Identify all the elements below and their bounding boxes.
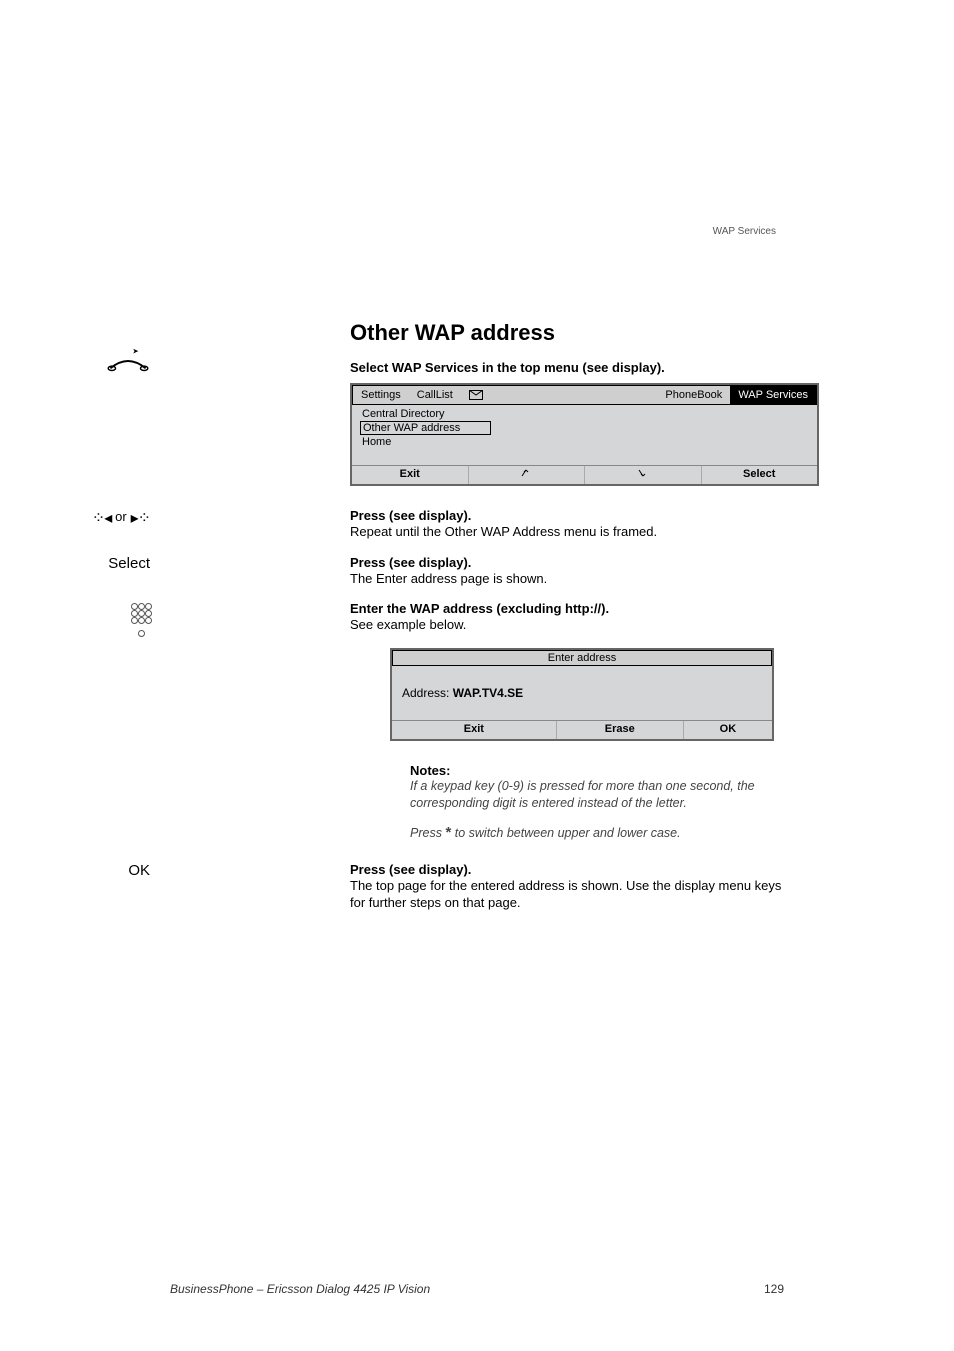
softkey-row: Exit Select — [352, 465, 817, 484]
softkey2-exit[interactable]: Exit — [392, 721, 557, 739]
footer-page-number: 129 — [764, 1282, 784, 1296]
enter-address-title: Enter address — [392, 650, 772, 666]
phone-display-menu: Settings CallList PhoneBook WAP Services… — [350, 383, 819, 486]
menu-bar: Settings CallList PhoneBook WAP Services — [352, 385, 817, 405]
content-area: ➤ Other WAP address Select WAP Services … — [170, 320, 784, 912]
step3-left: Select — [0, 555, 150, 572]
notes-block: Notes: If a keypad key (0-9) is pressed … — [410, 763, 784, 844]
section-title: Other WAP address — [350, 320, 784, 346]
phone-display-enter-address: Enter address Address: WAP.TV4.SE Exit E… — [390, 648, 774, 741]
notes-line2b: to switch between upper and lower case. — [451, 826, 680, 840]
step5-instruction: Press (see display). — [350, 862, 784, 877]
step2-detail: Repeat until the Other WAP Address menu … — [350, 523, 784, 541]
page-footer: BusinessPhone – Ericsson Dialog 4425 IP … — [170, 1282, 784, 1296]
step4-row: Enter the WAP address (excluding http://… — [170, 601, 784, 844]
list-item-home[interactable]: Home — [360, 435, 809, 449]
menu-calllist[interactable]: CallList — [409, 386, 461, 404]
softkey-arrow-down[interactable] — [585, 466, 702, 484]
softkey2-ok[interactable]: OK — [684, 721, 772, 739]
step4-instruction: Enter the WAP address (excluding http://… — [350, 601, 784, 616]
menu-message-icon[interactable] — [461, 386, 491, 404]
step4-detail: See example below. — [350, 616, 784, 634]
header-topic: WAP Services — [713, 226, 776, 237]
menu-wap-services[interactable]: WAP Services — [730, 386, 816, 404]
menu-phonebook[interactable]: PhoneBook — [657, 386, 730, 404]
nav-left-icon: ⁘◂ — [92, 510, 111, 527]
step5-row: OK Press (see display). The top page for… — [170, 862, 784, 912]
menu-settings[interactable]: Settings — [353, 386, 409, 404]
step5-left: OK — [0, 862, 150, 879]
address-label: Address: — [402, 686, 453, 700]
step3-instruction: Press (see display). — [350, 555, 784, 570]
step2-row: ⁘◂ or ▸⁘ Press (see display). Repeat unt… — [170, 508, 784, 541]
page-container: WAP Services ➤ Other WAP address Select … — [0, 0, 954, 1351]
list-item-other-wap[interactable]: Other WAP address — [360, 421, 491, 435]
step1-instruction: Select WAP Services in the top menu (see… — [350, 360, 784, 375]
footer-product: BusinessPhone – Ericsson Dialog 4425 IP … — [170, 1282, 430, 1296]
handset-icon: ➤ — [0, 346, 150, 379]
nav-or-text: or — [115, 509, 127, 524]
nav-right-icon: ▸⁘ — [131, 510, 150, 527]
notes-line1: If a keypad key (0-9) is pressed for mor… — [410, 778, 784, 812]
softkey-arrow-up[interactable] — [469, 466, 586, 484]
softkey-row-2: Exit Erase OK — [392, 720, 772, 739]
list-item-central[interactable]: Central Directory — [360, 407, 809, 421]
notes-line2: Press * to switch between upper and lowe… — [410, 823, 784, 843]
display-body: Central Directory Other WAP address Home — [352, 405, 817, 465]
softkey-select[interactable]: Select — [702, 466, 818, 484]
softkey2-erase[interactable]: Erase — [557, 721, 684, 739]
notes-heading: Notes: — [410, 763, 784, 778]
step2-instruction: Press (see display). — [350, 508, 784, 523]
nav-keys-label: ⁘◂ or ▸⁘ — [0, 508, 150, 528]
keypad-icon — [0, 603, 150, 638]
notes-line2a: Press — [410, 826, 445, 840]
svg-text:➤: ➤ — [132, 347, 138, 356]
step3-detail: The Enter address page is shown. — [350, 570, 784, 588]
softkey-exit[interactable]: Exit — [352, 466, 469, 484]
step3-row: Select Press (see display). The Enter ad… — [170, 555, 784, 588]
address-line: Address: WAP.TV4.SE — [392, 666, 772, 720]
step5-detail: The top page for the entered address is … — [350, 877, 784, 912]
title-row: ➤ Other WAP address Select WAP Services … — [170, 320, 784, 486]
address-value: WAP.TV4.SE — [453, 686, 523, 700]
